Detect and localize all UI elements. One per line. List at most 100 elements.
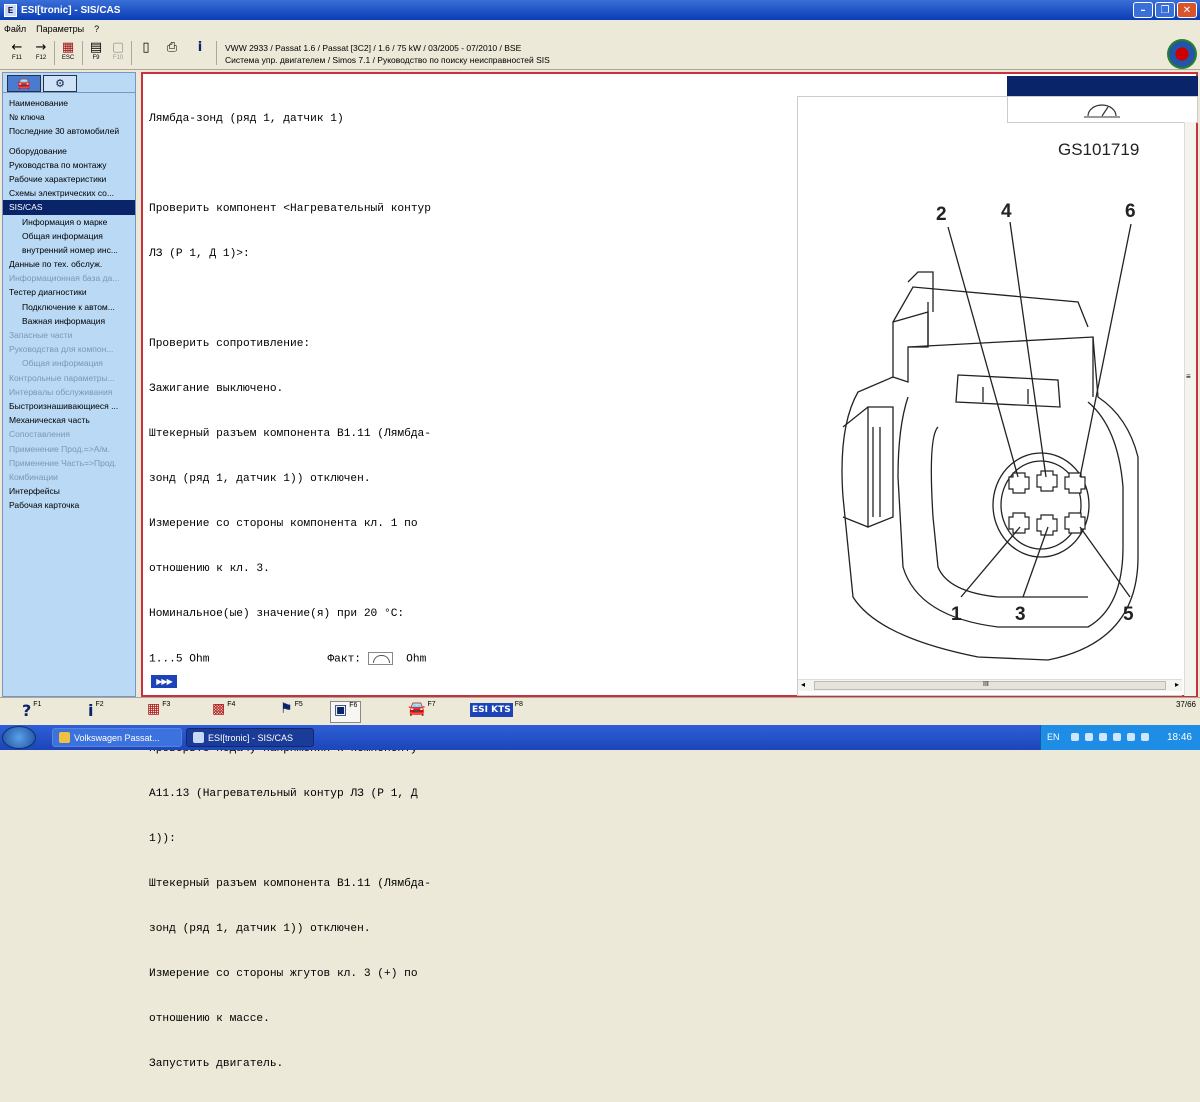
f9-button[interactable]: ▤ F9 bbox=[86, 41, 106, 66]
sidebar-item[interactable]: Рабочая карточка bbox=[3, 498, 135, 512]
menu-help[interactable]: ? bbox=[94, 24, 99, 34]
gauge-icon[interactable] bbox=[1008, 97, 1197, 122]
sidebar-item: Интервалы обслуживания bbox=[9, 386, 113, 397]
fact-label: Факт: bbox=[327, 653, 362, 666]
doc-line: отношению к кл. 3. bbox=[149, 563, 270, 575]
tray-app-icon[interactable] bbox=[1127, 733, 1135, 741]
figure-pane: GS101719 2 4 6 1 3 5 bbox=[797, 96, 1182, 696]
figure-toolbar bbox=[1007, 96, 1198, 123]
measurement-button[interactable]: ▣ F6 bbox=[330, 701, 362, 723]
document-icon: ▯ bbox=[142, 40, 150, 55]
toolbar-separator bbox=[131, 41, 132, 65]
components-button[interactable]: ▦ F3 bbox=[147, 701, 170, 723]
sidebar-item[interactable]: Рабочие характеристики bbox=[3, 172, 135, 186]
sidebar-item[interactable]: Схемы электрических со... bbox=[3, 186, 135, 200]
app-icon: E bbox=[4, 3, 17, 17]
figure-horizontal-scrollbar[interactable]: ◂ III ▸ bbox=[798, 679, 1182, 691]
back-button[interactable]: ← F11 bbox=[7, 41, 27, 66]
doc-line: ЛЗ (Р 1, Д 1)>: bbox=[149, 248, 250, 260]
sidebar-item[interactable]: Данные по тех. обслуж. bbox=[3, 257, 135, 271]
car-tab-icon[interactable]: 🚘 bbox=[7, 75, 41, 92]
toolbar-separator bbox=[54, 41, 55, 65]
task-browser[interactable]: Volkswagen Passat... bbox=[52, 728, 182, 747]
sidebar-item[interactable]: Интерфейсы bbox=[3, 484, 135, 498]
doc-line: A11.13 (Нагревательный контур ЛЗ (Р 1, Д bbox=[149, 788, 418, 801]
toolbar-separator bbox=[82, 41, 83, 65]
sidebar-item[interactable]: SIS/CAS bbox=[3, 200, 135, 215]
info-button[interactable]: i bbox=[190, 41, 210, 66]
doc-line: Проверить сопротивление: bbox=[149, 338, 311, 350]
info-f2-button[interactable]: i F2 bbox=[88, 701, 104, 723]
component-test-button[interactable]: ⚑ F5 bbox=[280, 701, 303, 723]
vehicle-button[interactable]: 🚘 F7 bbox=[408, 701, 436, 723]
scroll-thumb[interactable]: III bbox=[814, 681, 1166, 690]
next-page-button[interactable]: ▶▶▶ bbox=[151, 675, 177, 688]
sidebar-item[interactable]: Быстроизнашивающиеся ... bbox=[3, 399, 135, 413]
tray-security-icon[interactable] bbox=[1099, 733, 1107, 741]
sidebar-item[interactable]: Подключение к автом... bbox=[3, 300, 135, 314]
bosch-logo[interactable] bbox=[1167, 39, 1197, 69]
page-count: 37/66 bbox=[1175, 700, 1196, 709]
doc-line: Измерение со стороны жгутов кл. 3 (+) по bbox=[149, 968, 418, 981]
sidebar-item: Информационная база да... bbox=[9, 273, 120, 284]
sidebar-item[interactable]: Руководства по монтажу bbox=[3, 158, 135, 172]
tray-volume-icon[interactable] bbox=[1085, 733, 1093, 741]
taskbar: Volkswagen Passat... ESI[tronic] - SIS/C… bbox=[0, 725, 1200, 750]
engine-tab-icon[interactable]: ⚙ bbox=[43, 75, 77, 92]
print-button[interactable]: ⎙ bbox=[162, 41, 182, 66]
sidebar-item[interactable]: Общая информация bbox=[3, 229, 135, 243]
tray-app-icon[interactable] bbox=[1141, 733, 1149, 741]
document-button[interactable]: ▯ bbox=[136, 41, 156, 66]
esi-kts-button[interactable]: ESI KTS F8 bbox=[470, 701, 523, 723]
component-test-icon: ⚑ bbox=[280, 701, 293, 717]
minimize-button[interactable]: – bbox=[1133, 2, 1153, 18]
sidebar-item[interactable]: Наименование bbox=[3, 96, 135, 110]
info-icon: i bbox=[88, 701, 94, 720]
menu-file[interactable]: Файл bbox=[4, 24, 26, 34]
toolbar: ← F11 → F12 ▦ ESC ▤ F9 ▢ F10 ▯ ⎙ i bbox=[0, 37, 1200, 70]
fact-unit: Ohm bbox=[406, 653, 427, 666]
measurement-icon: ▣ bbox=[334, 702, 348, 718]
f9-icon: ▤ bbox=[89, 40, 103, 55]
figure-header bbox=[1007, 76, 1198, 96]
sidebar-nav: Наименование № ключа Последние 30 автомоби… bbox=[3, 93, 135, 512]
sidebar-item[interactable]: Тестер диагностики bbox=[3, 285, 135, 299]
sidebar-item[interactable]: № ключа bbox=[3, 110, 135, 124]
wiring-button[interactable]: ▩ F4 bbox=[212, 701, 235, 723]
scroll-grip: ≡ bbox=[1186, 372, 1191, 381]
clock: 18:46 bbox=[1166, 732, 1192, 743]
forward-button[interactable]: → F12 bbox=[31, 41, 51, 66]
doc-line: Измерение со стороны компонента кл. 1 по bbox=[149, 518, 418, 530]
f10-icon: ▢ bbox=[111, 40, 125, 55]
exit-button[interactable]: ▦ ESC bbox=[58, 41, 78, 66]
help-button[interactable]: ? F1 bbox=[22, 701, 41, 723]
language-indicator[interactable]: EN bbox=[1047, 732, 1060, 742]
esi-kts-icon: ESI KTS bbox=[470, 703, 513, 717]
document-title: Лямбда-зонд (ряд 1, датчик 1) bbox=[149, 113, 344, 125]
measure-meter-icon[interactable] bbox=[367, 652, 393, 665]
task-esitronic[interactable]: ESI[tronic] - SIS/CAS bbox=[186, 728, 314, 747]
toolbar-separator bbox=[216, 41, 217, 65]
sidebar-item[interactable]: Информация о марке bbox=[3, 215, 135, 229]
maximize-button[interactable]: ❐ bbox=[1155, 2, 1175, 18]
sidebar-item[interactable]: Оборудование bbox=[3, 144, 135, 158]
sidebar-item: Сопоставления bbox=[9, 429, 71, 440]
exit-icon: ▦ bbox=[61, 40, 75, 55]
tray-network-icon[interactable] bbox=[1071, 733, 1079, 741]
vehicle-icon: 🚘 bbox=[408, 701, 426, 717]
start-button[interactable] bbox=[2, 726, 36, 749]
printer-icon: ⎙ bbox=[166, 40, 178, 55]
close-button[interactable]: ✕ bbox=[1177, 2, 1197, 18]
tray-app-icon[interactable] bbox=[1113, 733, 1121, 741]
sidebar-item[interactable]: Механическая часть bbox=[3, 413, 135, 427]
sidebar-item[interactable]: внутренний номер инс... bbox=[3, 243, 135, 257]
doc-line: 1)): bbox=[149, 833, 176, 846]
f10-button[interactable]: ▢ F10 bbox=[108, 41, 128, 66]
sidebar-item[interactable]: Последние 30 автомобилей bbox=[3, 124, 135, 138]
doc-line: Штекерный разъем компонента B1.11 (Лямбд… bbox=[149, 878, 431, 891]
pin-label: 4 bbox=[1001, 201, 1012, 222]
figure-vertical-scrollbar[interactable]: ≡ bbox=[1184, 122, 1196, 696]
sidebar-item[interactable]: Важная информация bbox=[3, 314, 135, 328]
menu-settings[interactable]: Параметры bbox=[36, 24, 84, 34]
sidebar-item: Общая информация bbox=[22, 358, 103, 369]
